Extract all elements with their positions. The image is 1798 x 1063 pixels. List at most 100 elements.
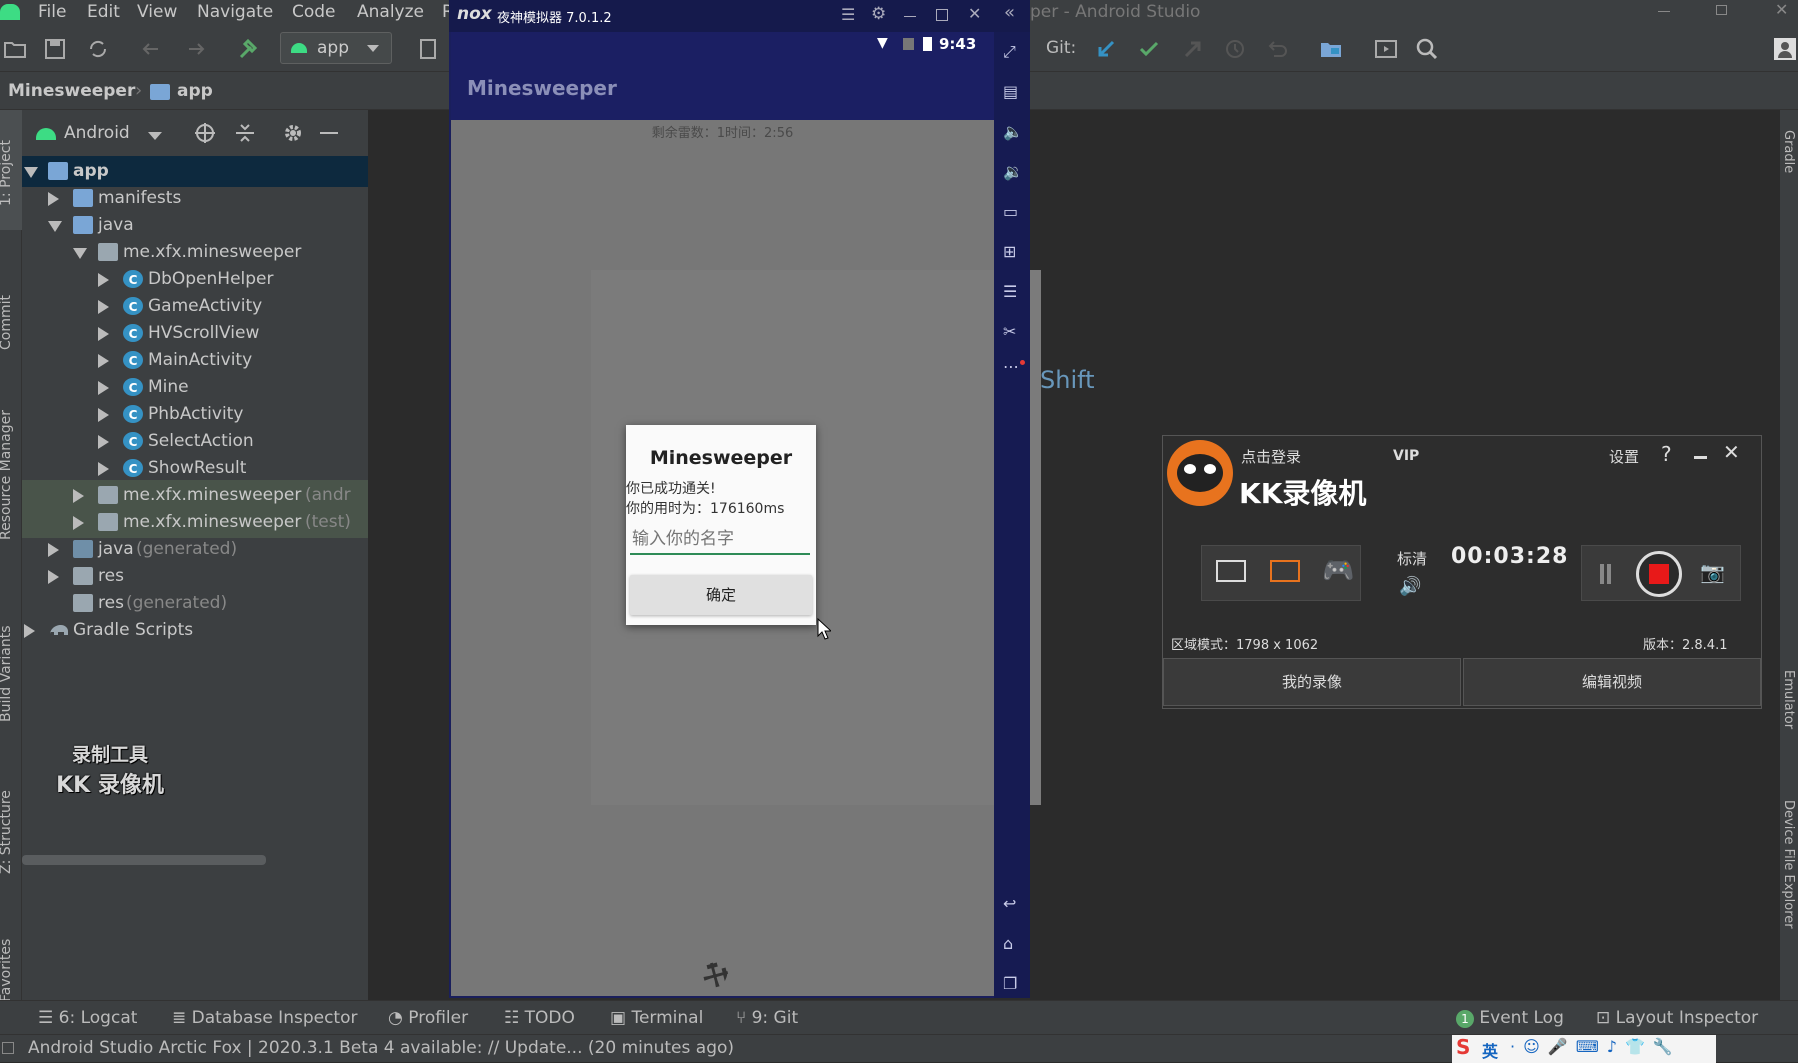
back-arrow-icon[interactable] [138,36,164,62]
login-link[interactable]: 点击登录 [1241,446,1301,467]
screen-icon[interactable]: ▭ [1003,202,1018,221]
more-icon[interactable]: ⋯ [1003,357,1019,376]
confirm-button[interactable]: 确定 [630,575,812,615]
chevron-down-icon[interactable] [148,132,162,140]
breadcrumb-project[interactable]: Minesweeper [8,81,135,101]
horizontal-scrollbar[interactable] [22,855,266,865]
close-window-icon[interactable]: ✕ [1775,0,1788,19]
game-mode-icon[interactable]: 🎮 [1322,556,1354,586]
hide-panel-icon[interactable] [320,132,338,134]
collapsed-arrow-icon[interactable] [98,327,109,341]
collapsed-arrow-icon[interactable] [98,300,109,314]
project-structure-icon[interactable] [1318,36,1344,62]
tool-tab-gradle[interactable]: Gradle [1781,130,1796,173]
menu-navigate[interactable]: Navigate [197,2,273,22]
close-icon[interactable]: ✕ [968,4,981,23]
git-push-icon[interactable] [1180,36,1206,62]
tool-tab-todo[interactable]: ☷ TODO [504,1008,575,1028]
collapsed-arrow-icon[interactable] [24,624,35,638]
collapsed-arrow-icon[interactable] [98,408,109,422]
collapsed-arrow-icon[interactable] [48,192,59,206]
scissors-icon[interactable]: ✂ [1003,322,1016,341]
tool-tab-structure[interactable]: Z: Structure [0,790,14,874]
ime-tool-icons[interactable]: ·☺🎤⌨♪👕🔧 [1510,1037,1681,1056]
vip-badge[interactable]: VIP [1393,448,1419,464]
pause-icon[interactable] [1600,564,1604,584]
search-icon[interactable] [1414,36,1440,62]
gear-icon[interactable]: ⚙ [871,4,886,24]
tool-tab-favorites[interactable]: Favorites [0,939,14,1002]
git-update-icon[interactable] [1093,36,1119,62]
tool-tab-device-file-explorer[interactable]: Device File Explorer [1781,800,1796,929]
git-commit-check-icon[interactable] [1136,36,1162,62]
recent-apps-icon[interactable]: ❐ [1003,974,1017,993]
add-apk-icon[interactable]: ⊞ [1003,242,1016,261]
fullscreen-icon[interactable]: ⤢ [1003,42,1016,62]
keyboard-mapping-icon[interactable]: ▤ [1003,82,1018,101]
fullscreen-mode-icon[interactable] [1216,560,1246,582]
collapsed-arrow-icon[interactable] [48,570,59,584]
account-icon[interactable] [1772,36,1798,62]
tool-tab-resource-manager[interactable]: Resource Manager [0,410,14,540]
status-message[interactable]: Android Studio Arctic Fox | 2020.3.1 Bet… [28,1038,734,1058]
collapsed-arrow-icon[interactable] [73,489,84,503]
my-videos-button[interactable]: 我的录像 [1163,658,1461,706]
expanded-arrow-icon[interactable] [48,221,62,232]
minimize-window-icon[interactable] [1658,11,1670,12]
minimize-icon[interactable] [1694,456,1707,459]
menu-edit[interactable]: Edit [87,2,120,22]
tree-row-gradle-scripts[interactable]: Gradle Scripts [22,615,368,646]
gear-icon[interactable] [282,122,304,144]
presentation-icon[interactable] [1373,36,1399,62]
menu-view[interactable]: View [137,2,177,22]
forward-arrow-icon[interactable] [183,36,209,62]
multi-instance-icon[interactable]: ☰ [1003,282,1017,301]
project-view-select[interactable]: Android [64,123,130,143]
volume-up-icon[interactable]: 🔈 [1003,122,1023,141]
ime-mode[interactable]: 英 [1482,1038,1498,1062]
collapsed-arrow-icon[interactable] [98,273,109,287]
menu-code[interactable]: Code [292,2,336,22]
volume-down-icon[interactable]: 🔉 [1003,162,1023,181]
tool-tab-git[interactable]: ⑂ 9: Git [736,1008,798,1028]
settings-link[interactable]: 设置 [1609,446,1639,467]
menu-file[interactable]: File [38,2,66,22]
collapse-all-icon[interactable] [234,122,256,144]
collapsed-arrow-icon[interactable] [98,381,109,395]
camera-icon[interactable]: 📷 [1700,560,1725,584]
collapsed-arrow-icon[interactable] [73,516,84,530]
open-folder-icon[interactable] [2,36,28,62]
rollback-icon[interactable] [1265,36,1291,62]
collapsed-arrow-icon[interactable] [98,354,109,368]
tool-tab-logcat[interactable]: ☰ 6: Logcat [38,1008,137,1028]
tool-tab-database-inspector[interactable]: ≣ Database Inspector [172,1008,357,1028]
tool-tab-project[interactable]: 1: Project [0,140,14,206]
collapsed-arrow-icon[interactable] [98,462,109,476]
expanded-arrow-icon[interactable] [24,167,38,178]
quality-select[interactable]: 标清 [1397,548,1427,569]
tool-tab-layout-inspector[interactable]: ⊡ Layout Inspector [1596,1008,1758,1028]
tool-tab-event-log[interactable]: 1 Event Log [1456,1008,1564,1028]
build-hammer-icon[interactable] [236,36,262,62]
menu-icon[interactable]: ☰ [841,5,855,24]
run-config-select[interactable]: app [280,32,392,64]
device-select-icon[interactable] [416,36,442,62]
save-icon[interactable] [42,36,68,62]
help-icon[interactable]: ? [1661,442,1672,466]
stop-record-button[interactable] [1636,551,1682,597]
sync-icon[interactable] [85,36,111,62]
region-mode-icon[interactable] [1270,560,1300,582]
collapsed-arrow-icon[interactable] [48,543,59,557]
breadcrumb-module[interactable]: app [177,81,213,101]
minimize-icon[interactable] [904,16,916,17]
history-clock-icon[interactable] [1222,36,1248,62]
tool-tab-terminal[interactable]: ▣ Terminal [610,1008,703,1028]
maximize-icon[interactable] [936,9,948,21]
collapse-sidebar-icon[interactable]: « [1004,2,1015,23]
home-icon[interactable]: ⌂ [1003,934,1013,953]
tool-tab-commit[interactable]: Commit [0,295,14,350]
edit-video-button[interactable]: 编辑视频 [1463,658,1761,706]
close-icon[interactable]: ✕ [1723,440,1740,464]
tool-tab-profiler[interactable]: ◔ Profiler [388,1008,468,1028]
tool-tab-emulator[interactable]: Emulator [1781,670,1796,729]
